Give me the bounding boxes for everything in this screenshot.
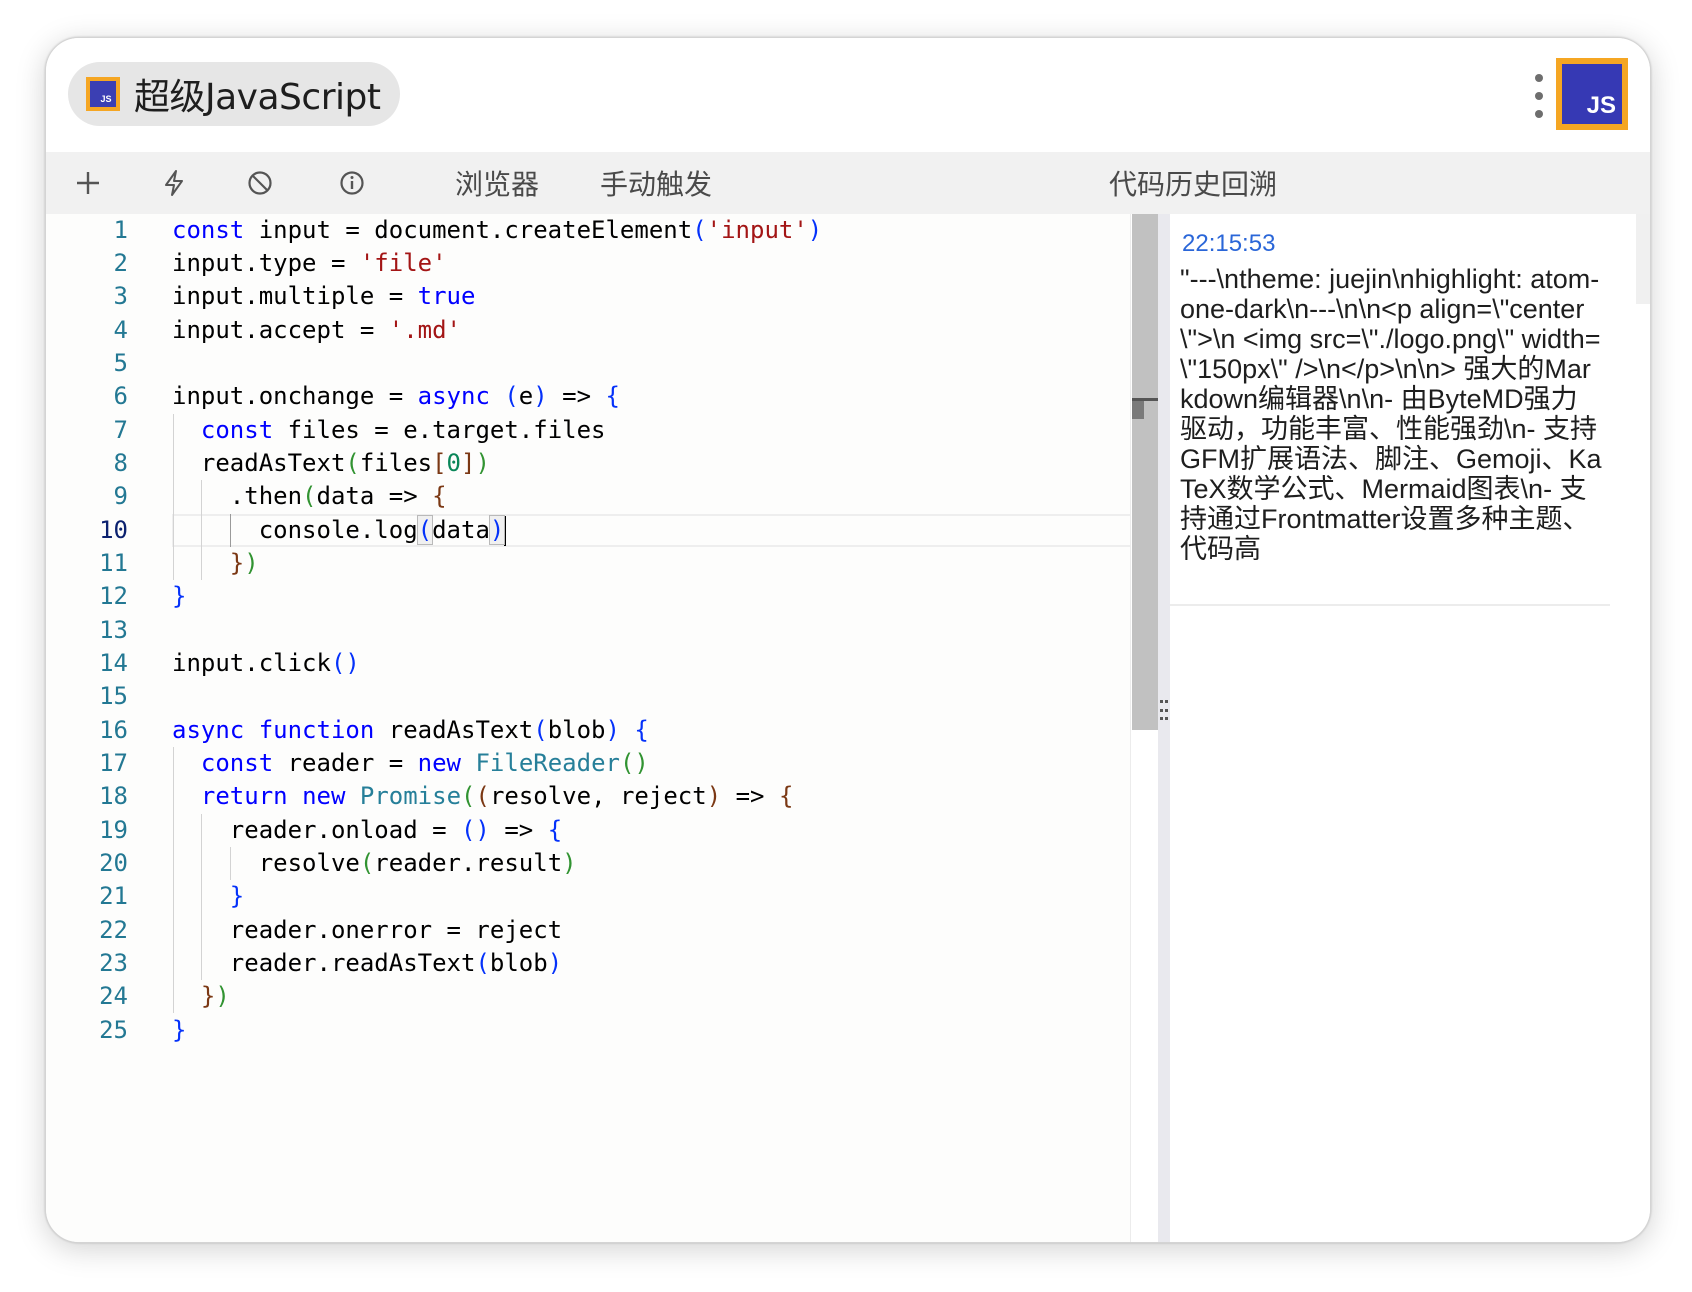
code-line-16: async function readAsText(blob) { [172,716,649,744]
line-number: 15 [99,682,128,710]
line-number: 8 [113,449,128,477]
plus-icon[interactable] [70,152,106,214]
line-number: 13 [99,616,128,644]
code-line-18: return new Promise((resolve, reject) => … [200,782,794,810]
scrollbar-cursor-marker [1132,401,1144,419]
line-number: 23 [99,949,128,977]
app-window: JS 超级JavaScript JS 浏览器 手动触发 代码历史回溯 12345 [45,37,1651,1243]
code-line-1: const input = document.createElement('in… [172,216,823,244]
code-line-6: input.onchange = async (e) => { [172,382,620,410]
code-line-24: }) [200,982,230,1010]
code-line-17: const reader = new FileReader() [200,749,649,777]
text-cursor [504,516,507,546]
app-title-pill[interactable]: JS 超级JavaScript [68,62,400,126]
info-icon[interactable] [334,152,370,214]
ban-icon[interactable] [242,152,278,214]
code-line-12: } [172,582,187,610]
lightning-icon[interactable] [156,152,192,214]
line-number: 25 [99,1016,128,1044]
js-logo-icon: JS [86,77,120,111]
toolbar: 浏览器 手动触发 代码历史回溯 [46,152,1650,214]
line-number: 9 [113,482,128,510]
manual-trigger-tab[interactable]: 手动触发 [598,152,714,214]
code-line-7: const files = e.target.files [200,416,606,444]
code-line-20: resolve(reader.result) [172,849,577,877]
line-number: 14 [99,649,128,677]
history-content: "---\ntheme: juejin\nhighlight: atom-one… [1180,264,1602,564]
app-title: 超级JavaScript [134,77,381,118]
line-number: 4 [113,316,128,344]
line-number: 18 [99,782,128,810]
code-line-21: } [229,882,245,910]
history-entry[interactable]: 22:15:53 "---\ntheme: juejin\nhighlight:… [1170,214,1610,606]
editor-scrollbar-thumb[interactable] [1132,214,1158,730]
line-number: 17 [99,749,128,777]
code-line-23: reader.readAsText(blob) [172,949,563,977]
drag-handle-icon[interactable] [1160,700,1168,720]
code-history-panel: 22:15:53 "---\ntheme: juejin\nhighlight:… [1170,214,1650,1242]
history-scrollbar[interactable] [1636,214,1650,304]
extension-js-icon[interactable]: JS [1556,58,1628,130]
browser-tab[interactable]: 浏览器 [452,152,542,214]
line-number: 20 [99,849,128,877]
line-number-gutter: 1 2 3 4 5 6 7 8 9 10 11 12 13 14 15 16 17 18 19 20 21 22 23 24 2… [46,214,128,1242]
line-number: 10 [99,516,128,544]
line-number: 1 [113,216,128,244]
panel-splitter[interactable] [1158,214,1170,1242]
code-line-4: input.accept = '.md' [172,316,461,344]
code-line-22: reader.onerror = reject [172,916,563,944]
header: JS 超级JavaScript JS [46,38,1650,152]
extension-js-label: JS [1586,92,1616,119]
line-number: 6 [113,382,128,410]
js-logo-label: JS [100,94,112,104]
code-line-8: readAsText(files[0]) [172,449,490,477]
line-number: 7 [113,416,128,444]
line-number: 21 [99,882,128,910]
code-line-19: reader.onload = () => { [172,816,563,844]
line-number: 2 [113,249,128,277]
code-editor[interactable]: 1 2 3 4 5 6 7 8 9 10 11 12 13 14 15 16 17 18 19 20 21 22 23 24 2… [46,214,1157,1242]
line-number: 5 [113,349,128,377]
line-number: 19 [99,816,128,844]
code-line-9: .then(data => { [172,482,447,510]
line-number: 3 [113,282,128,310]
code-line-14: input.click() [172,649,360,677]
code-line-10: console.log(data) [172,515,507,546]
code-line-2: input.type = 'file' [172,249,447,277]
line-number: 11 [99,549,128,577]
line-number: 12 [99,582,128,610]
code-line-3: input.multiple = true [172,282,476,310]
more-vertical-icon[interactable] [1533,74,1545,118]
code-line-25: } [172,1016,187,1044]
line-number: 24 [99,982,128,1010]
code-line-11: }) [229,549,259,577]
line-number: 22 [99,916,128,944]
code-history-tab[interactable]: 代码历史回溯 [1108,152,1278,214]
line-number: 16 [99,716,128,744]
history-timestamp: 22:15:53 [1182,230,1276,257]
